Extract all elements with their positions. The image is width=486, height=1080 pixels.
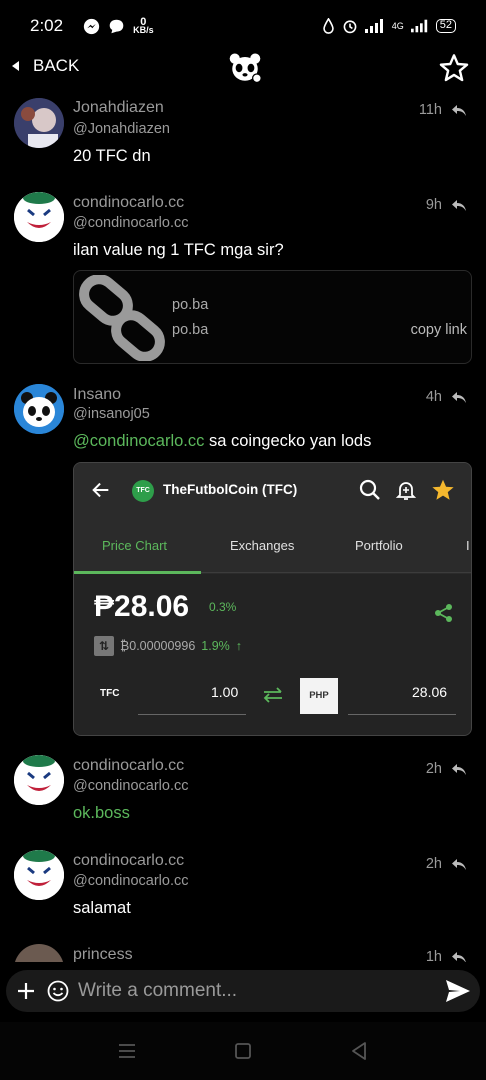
comment-text: salamat [73,899,131,917]
comment-time: 2h [425,856,442,872]
comment-time: 2h [425,761,442,777]
comment-time: 11h [418,102,442,118]
to-underline [348,714,456,715]
to-symbol: PHP [300,678,338,714]
back-arrow-icon [12,61,19,71]
comment-text: 20 TFC dn [73,147,151,165]
to-amount: 28.06 [412,684,448,700]
reply-icon[interactable] [451,104,467,118]
star-icon [432,479,454,500]
reply-icon[interactable] [451,951,467,962]
comment-handle[interactable]: @condinocarlo.cc [73,873,188,889]
status-time: 2:02 [30,16,64,35]
screenshot-tabs: Price Chart Exchanges Portfolio I [74,518,471,573]
comment-text: ilan value ng 1 TFC mga sir? [73,241,284,259]
comment-item: condinocarlo.cc @condinocarlo.cc 2h ok.b… [0,755,486,845]
plus-icon[interactable] [14,979,38,1003]
bell-add-icon [395,482,417,500]
comment-time: 4h [425,389,442,405]
comment-handle[interactable]: @Jonahdiazen [73,121,170,137]
comment-text-body: sa coingecko yan lods [204,432,372,450]
reply-icon[interactable] [451,763,467,777]
top-bar: BACK [0,52,486,88]
from-symbol: TFC [100,688,120,699]
sort-icon: ⇅ [94,636,114,656]
net-speed: 0 KB/s [133,17,154,35]
copy-link-button[interactable]: copy link [411,322,467,338]
comment-text: @condinocarlo.cc sa coingecko yan lods [73,432,371,451]
btc-price: ₿0.00000996 [120,639,196,653]
attached-screenshot[interactable]: TFC TheFutbolCoin (TFC) Price Chart Exch… [73,462,472,736]
tab-overflow: I [466,538,470,553]
link-preview-domain: po.ba [172,322,209,338]
coin-name: TheFutbolCoin (TFC) [163,482,298,497]
coin-price: ₱28.06 [94,590,190,623]
comment-mention[interactable]: @condinocarlo.cc [73,432,204,450]
comment-item: Jonahdiazen @Jonahdiazen 11h 20 TFC dn [0,92,486,177]
water-drop-icon [322,18,334,34]
comment-text: ok.boss [73,804,130,822]
comment-composer [6,970,480,1012]
back-arrow-icon [92,482,109,498]
up-arrow-icon: ↑ [235,639,243,653]
home-icon[interactable] [232,1040,254,1062]
comment-item: condinocarlo.cc @condinocarlo.cc 2h sala… [0,850,486,940]
chat-icon [109,19,124,33]
screenshot-price-panel: ₱28.06 0.3% ⇅ ₿0.00000996 1.9% ↑ TFC 1.0… [74,574,471,735]
signal-icon [364,19,383,33]
comment-time: 1h [425,949,442,962]
screenshot-app-bar: TFC TheFutbolCoin (TFC) [74,463,471,518]
link-preview-card[interactable]: po.ba po.ba copy link [73,270,472,364]
system-nav-bar [0,1022,486,1080]
coin-badge: TFC [132,480,154,502]
panda-logo-icon [229,53,262,84]
messenger-icon [83,18,100,34]
chain-link-icon [79,275,165,361]
comment-handle[interactable]: @condinocarlo.cc [73,215,188,231]
tab-price-chart: Price Chart [102,538,168,553]
signal-icon [410,19,427,33]
comment-time: 9h [425,197,442,213]
reply-icon[interactable] [451,391,467,405]
from-amount: 1.00 [211,684,239,700]
btc-change: 1.9% [201,639,230,653]
battery-indicator: 52 [435,19,456,33]
comment-item: princess 1h [0,944,486,962]
comment-handle[interactable]: @condinocarlo.cc [73,778,188,794]
emoji-icon[interactable] [46,979,70,1003]
net-speed-unit: KB/s [133,25,154,35]
comment-input[interactable] [78,974,428,1008]
btc-price-row: ⇅ ₿0.00000996 1.9% ↑ [94,636,242,656]
send-icon[interactable] [444,978,472,1004]
network-type: 4G [391,21,404,31]
price-change: 0.3% [209,600,237,614]
search-icon [359,479,380,500]
from-underline [138,714,246,715]
swap-arrows-icon [263,687,282,703]
star-icon[interactable] [438,52,470,84]
reply-icon[interactable] [451,858,467,872]
comment-feed[interactable]: Jonahdiazen @Jonahdiazen 11h 20 TFC dn c… [0,92,486,962]
status-bar: 2:02 0 KB/s 4G 52 [0,0,486,52]
share-icon [435,604,452,622]
comment-item: condinocarlo.cc @condinocarlo.cc 9h ilan… [0,192,486,372]
link-preview-title: po.ba [172,297,209,313]
reply-icon[interactable] [451,199,467,213]
menu-icon[interactable] [116,1040,138,1062]
back-triangle-icon[interactable] [348,1040,370,1062]
back-button[interactable]: BACK [12,56,79,76]
alarm-icon [343,20,357,34]
tab-portfolio: Portfolio [355,538,403,553]
back-label: BACK [33,56,80,75]
comment-item: Insano @insanoj05 4h @condinocarlo.cc sa… [0,382,486,742]
comment-handle[interactable]: @insanoj05 [73,406,150,422]
tab-exchanges: Exchanges [230,538,295,553]
